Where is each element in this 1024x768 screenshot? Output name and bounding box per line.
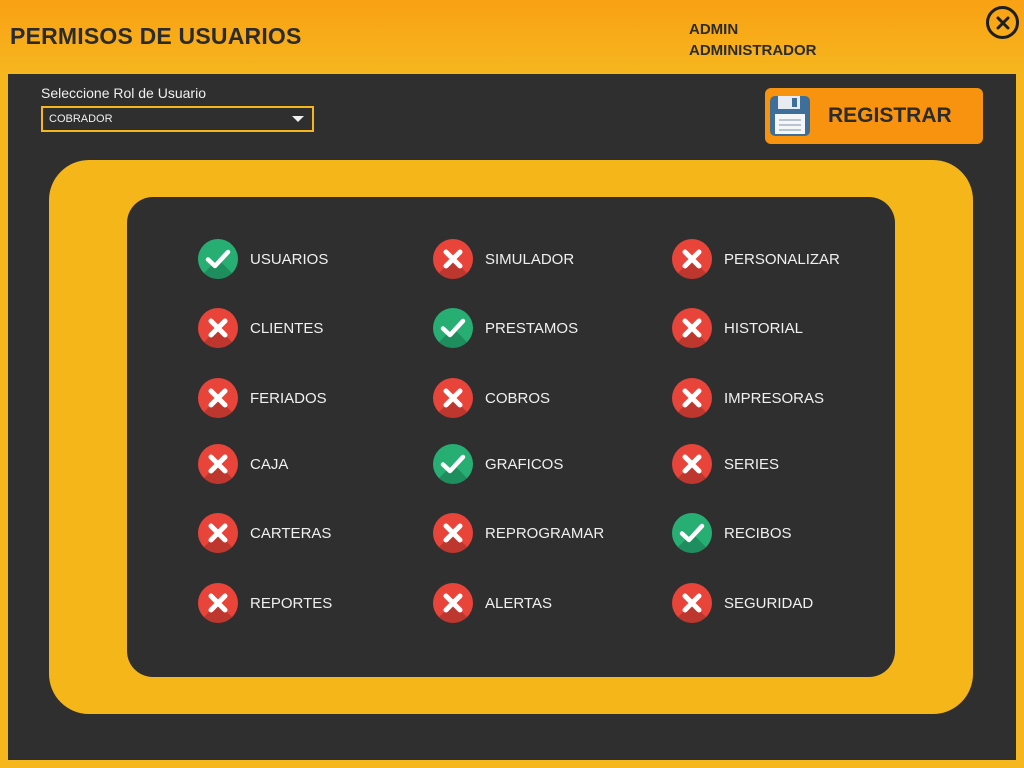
register-button-label: REGISTRAR [828, 104, 952, 127]
floppy-disk-icon [770, 96, 810, 136]
permission-denied-toggle[interactable] [433, 583, 473, 623]
permission-label: SIMULADOR [485, 250, 575, 268]
cross-icon [443, 249, 463, 269]
permission-label: GRAFICOS [485, 455, 564, 473]
permission-item-simulador[interactable]: SIMULADOR [433, 239, 574, 279]
permission-item-prestamos[interactable]: PRESTAMOS [433, 308, 578, 348]
permission-label: PERSONALIZAR [724, 250, 840, 268]
role-select-label: Seleccione Rol de Usuario [41, 85, 206, 101]
permission-label: REPROGRAMAR [485, 524, 605, 542]
permission-denied-toggle[interactable] [198, 444, 238, 484]
permission-denied-toggle[interactable] [198, 378, 238, 418]
check-icon [440, 318, 466, 338]
permission-label: REPORTES [250, 594, 333, 612]
header-bar: PERMISOS DE USUARIOS ADMIN ADMINISTRADOR [0, 0, 1024, 74]
frame-bottom [0, 760, 1024, 768]
user-info: ADMIN ADMINISTRADOR [689, 19, 817, 61]
permission-label: SERIES [724, 455, 780, 473]
page-title: PERMISOS DE USUARIOS [10, 23, 302, 49]
cross-icon [208, 454, 228, 474]
permission-item-feriados[interactable]: FERIADOS [198, 378, 327, 418]
permission-item-seguridad[interactable]: SEGURIDAD [672, 583, 813, 623]
permission-label: CAJA [250, 455, 289, 473]
user-name: ADMIN [689, 21, 739, 38]
permission-denied-toggle[interactable] [198, 308, 238, 348]
permission-item-reportes[interactable]: REPORTES [198, 583, 332, 623]
permission-label: HISTORIAL [724, 319, 803, 337]
cross-icon [208, 593, 228, 613]
close-icon [996, 16, 1009, 29]
permission-label: SEGURIDAD [724, 594, 814, 612]
permission-label: CLIENTES [250, 319, 324, 337]
permission-label: CARTERAS [250, 524, 332, 542]
permission-item-caja[interactable]: CAJA [198, 444, 288, 484]
permission-label: PRESTAMOS [485, 319, 579, 337]
cross-icon [443, 388, 463, 408]
permission-denied-toggle[interactable] [672, 378, 712, 418]
permission-item-clientes[interactable]: CLIENTES [198, 308, 323, 348]
permission-denied-toggle[interactable] [672, 308, 712, 348]
chevron-down-icon [292, 116, 304, 122]
cross-icon [443, 593, 463, 613]
permission-item-graficos[interactable]: GRAFICOS [433, 444, 563, 484]
check-icon [205, 249, 231, 269]
permission-item-impresoras[interactable]: IMPRESORAS [672, 378, 824, 418]
frame-left [0, 74, 8, 760]
cross-icon [208, 318, 228, 338]
permission-denied-toggle[interactable] [198, 583, 238, 623]
permission-label: USUARIOS [250, 250, 329, 268]
permission-item-personalizar[interactable]: PERSONALIZAR [672, 239, 840, 279]
permission-label: ALERTAS [485, 594, 552, 612]
role-select[interactable]: COBRADOR [41, 106, 314, 132]
permission-item-reprogramar[interactable]: REPROGRAMAR [433, 513, 604, 553]
register-button[interactable]: REGISTRAR [765, 88, 983, 144]
permission-denied-toggle[interactable] [672, 444, 712, 484]
permission-item-usuarios[interactable]: USUARIOS [198, 239, 328, 279]
cross-icon [682, 318, 702, 338]
permission-label: IMPRESORAS [724, 389, 825, 407]
user-role: ADMINISTRADOR [689, 42, 817, 59]
permission-denied-toggle[interactable] [672, 239, 712, 279]
cross-icon [682, 454, 702, 474]
permission-item-historial[interactable]: HISTORIAL [672, 308, 803, 348]
permission-denied-toggle[interactable] [433, 239, 473, 279]
permission-denied-toggle[interactable] [198, 513, 238, 553]
cross-icon [208, 388, 228, 408]
permission-granted-toggle[interactable] [198, 239, 238, 279]
permission-label: FERIADOS [250, 389, 327, 407]
permission-granted-toggle[interactable] [672, 513, 712, 553]
permission-denied-toggle[interactable] [433, 513, 473, 553]
permission-item-carteras[interactable]: CARTERAS [198, 513, 331, 553]
cross-icon [682, 593, 702, 613]
cross-icon [682, 249, 702, 269]
cross-icon [682, 388, 702, 408]
permission-item-cobros[interactable]: COBROS [433, 378, 550, 418]
permission-item-alertas[interactable]: ALERTAS [433, 583, 552, 623]
permission-denied-toggle[interactable] [672, 583, 712, 623]
permission-granted-toggle[interactable] [433, 444, 473, 484]
permission-label: COBROS [485, 389, 551, 407]
close-button[interactable] [986, 6, 1019, 39]
check-icon [679, 523, 705, 543]
cross-icon [443, 523, 463, 543]
frame-right [1016, 74, 1024, 760]
permission-label: RECIBOS [724, 524, 792, 542]
permission-denied-toggle[interactable] [433, 378, 473, 418]
role-select-value: COBRADOR [49, 113, 113, 125]
permission-item-recibos[interactable]: RECIBOS [672, 513, 792, 553]
check-icon [440, 454, 466, 474]
permission-item-series[interactable]: SERIES [672, 444, 779, 484]
permission-granted-toggle[interactable] [433, 308, 473, 348]
cross-icon [208, 523, 228, 543]
